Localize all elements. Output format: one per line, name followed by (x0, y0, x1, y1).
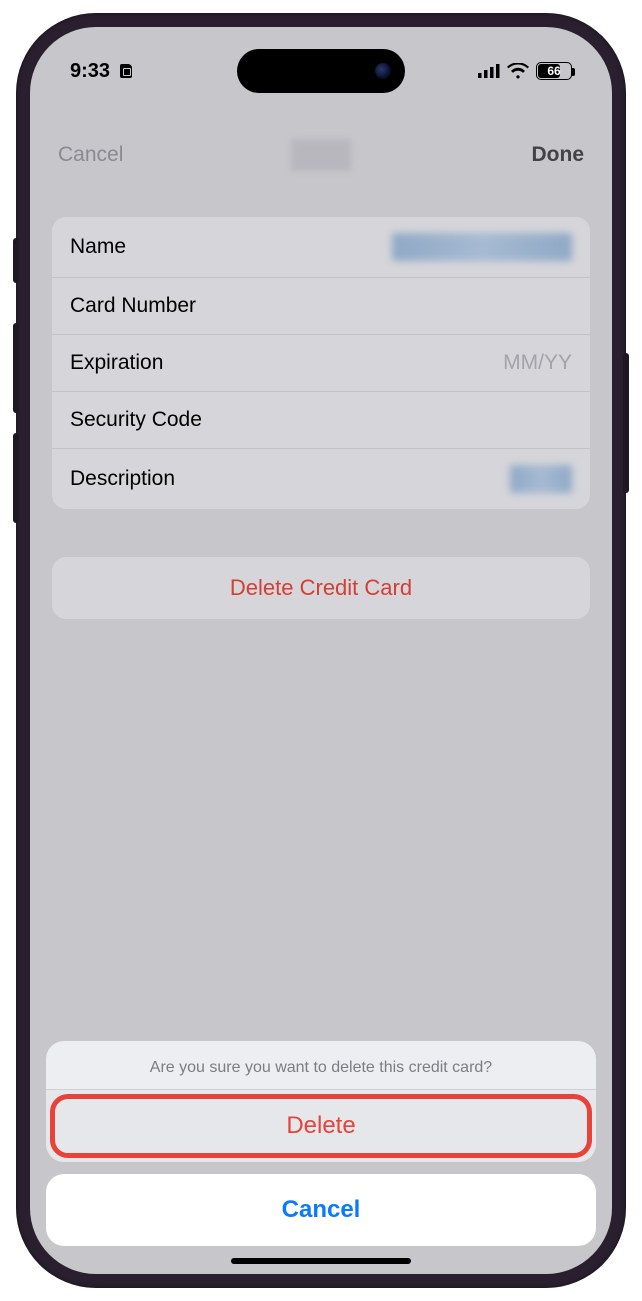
card-number-label: Card Number (70, 294, 196, 318)
action-sheet: Are you sure you want to delete this cre… (46, 1041, 596, 1246)
security-code-row[interactable]: Security Code (52, 392, 590, 449)
description-row[interactable]: Description (52, 449, 590, 509)
navigation-bar: Cancel Done (30, 127, 612, 183)
name-label: Name (70, 235, 126, 259)
sim-icon (120, 64, 132, 78)
home-indicator[interactable] (231, 1258, 411, 1264)
expiration-row[interactable]: Expiration MM/YY (52, 335, 590, 392)
time-label: 9:33 (70, 60, 110, 82)
nav-title-redacted (291, 139, 351, 171)
side-button (13, 238, 19, 283)
action-sheet-title: Are you sure you want to delete this cre… (46, 1041, 596, 1090)
credit-card-form: Name Card Number Expiration MM/YY Securi… (52, 217, 590, 509)
card-number-row[interactable]: Card Number (52, 278, 590, 335)
wifi-icon (507, 63, 529, 79)
cancel-button[interactable]: Cancel (58, 143, 123, 167)
phone-frame: 9:33 66 Cancel Done (16, 13, 626, 1288)
action-sheet-group: Are you sure you want to delete this cre… (46, 1041, 596, 1162)
battery-icon: 66 (536, 62, 572, 80)
confirm-delete-button[interactable]: Delete (46, 1090, 596, 1162)
screen: 9:33 66 Cancel Done (30, 27, 612, 1274)
status-time: 9:33 (70, 60, 132, 83)
volume-up-button (13, 323, 19, 413)
cellular-signal-icon (478, 64, 500, 78)
description-value-redacted (510, 465, 572, 493)
name-row[interactable]: Name (52, 217, 590, 278)
expiration-placeholder: MM/YY (503, 351, 572, 375)
expiration-label: Expiration (70, 351, 163, 375)
power-button (623, 353, 629, 493)
description-label: Description (70, 467, 175, 491)
name-value-redacted (392, 233, 572, 261)
status-right: 66 (478, 62, 572, 80)
volume-down-button (13, 433, 19, 523)
delete-credit-card-button[interactable]: Delete Credit Card (52, 557, 590, 619)
confirm-delete-label: Delete (286, 1112, 355, 1139)
front-camera-icon (375, 63, 391, 79)
dynamic-island (237, 49, 405, 93)
battery-percentage: 66 (547, 64, 560, 78)
done-button[interactable]: Done (532, 143, 585, 167)
security-code-label: Security Code (70, 408, 202, 432)
action-sheet-cancel-button[interactable]: Cancel (46, 1174, 596, 1246)
